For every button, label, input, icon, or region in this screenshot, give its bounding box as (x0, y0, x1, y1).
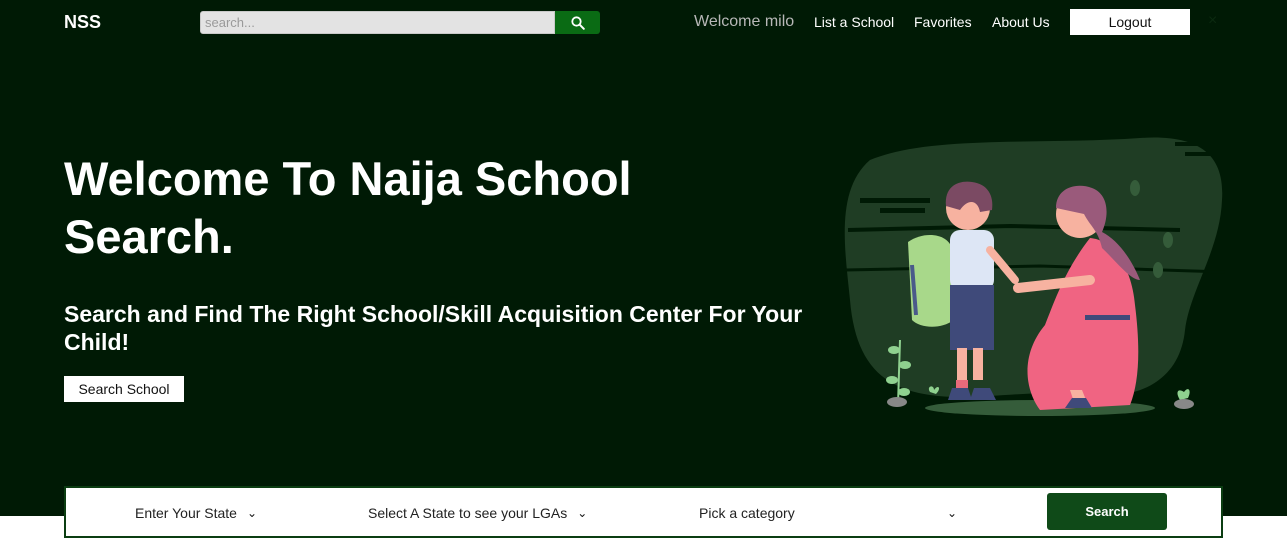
filter-search-button[interactable]: Search (1047, 493, 1167, 530)
lga-select-label: Select A State to see your LGAs (368, 505, 568, 521)
parent-child-illustration (844, 137, 1226, 416)
nav-link-list-school[interactable]: List a School (814, 14, 894, 30)
logout-button[interactable]: Logout (1070, 9, 1190, 35)
hero-title: Welcome To Naija School Search. (64, 152, 632, 263)
filter-bar: Enter Your State ⌄ Select A State to see… (64, 486, 1223, 538)
nav-link-favorites[interactable]: Favorites (914, 14, 972, 30)
category-select[interactable]: Pick a category ⌄ (699, 502, 957, 524)
search-input[interactable] (200, 11, 555, 34)
state-select[interactable]: Enter Your State ⌄ (135, 502, 257, 524)
search-school-button[interactable]: Search School (64, 376, 184, 402)
brand-logo[interactable]: NSS (64, 12, 101, 33)
search-icon (570, 15, 585, 30)
welcome-message: Welcome milo (694, 13, 795, 30)
close-icon[interactable]: × (1208, 12, 1217, 30)
chevron-down-icon: ⌄ (246, 506, 258, 520)
hero-section: NSS Welcome milo List a School Favorites… (0, 0, 1287, 516)
state-select-label: Enter Your State (135, 505, 237, 521)
hero-subtitle: Search and Find The Right School/Skill A… (64, 301, 803, 355)
nav-link-about[interactable]: About Us (992, 14, 1050, 30)
search-button[interactable] (555, 11, 600, 34)
chevron-down-icon: ⌄ (577, 506, 588, 520)
category-select-label: Pick a category (699, 505, 795, 521)
lga-select[interactable]: Select A State to see your LGAs ⌄ (368, 502, 587, 524)
chevron-down-icon: ⌄ (946, 506, 957, 520)
